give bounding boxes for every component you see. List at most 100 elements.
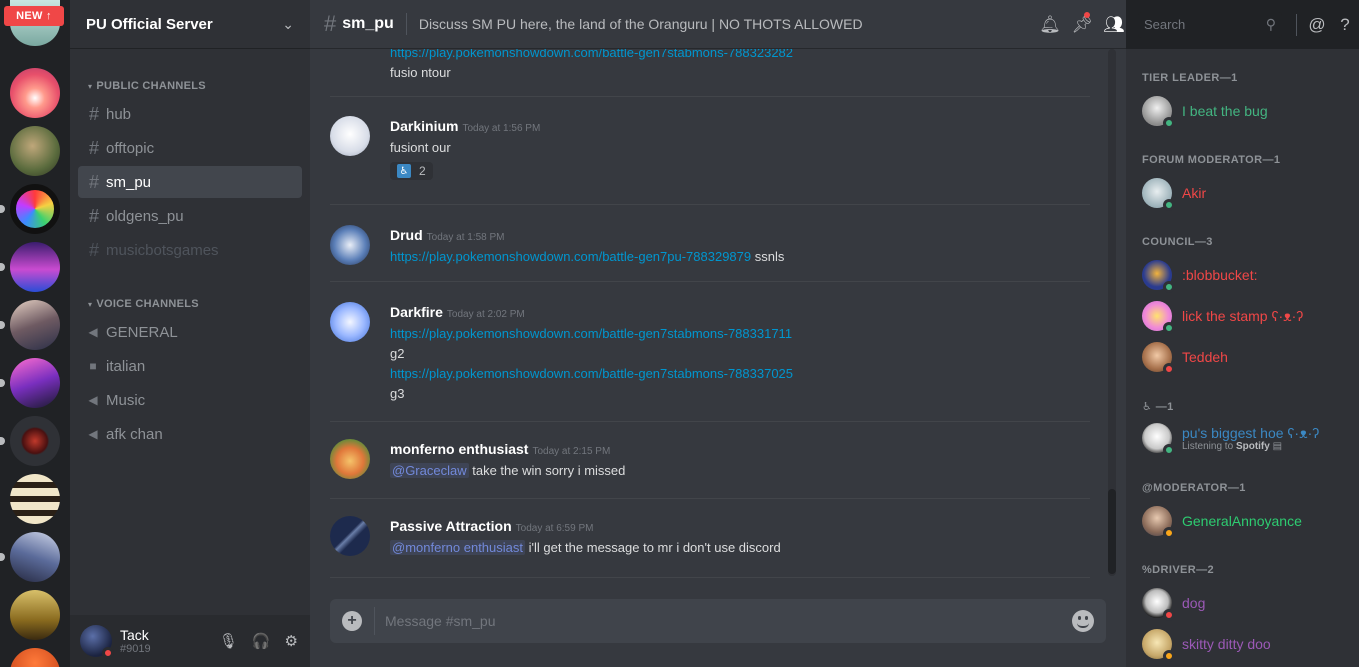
avatar bbox=[1142, 96, 1175, 129]
message-link[interactable]: https://play.pokemonshowdown.com/battle-… bbox=[390, 49, 793, 60]
message-author[interactable]: Passive Attraction bbox=[390, 518, 512, 534]
member-item[interactable]: Akir bbox=[1142, 175, 1206, 211]
emoji-picker-icon[interactable] bbox=[1072, 610, 1094, 632]
avatar[interactable] bbox=[330, 116, 370, 156]
avatar[interactable] bbox=[80, 625, 114, 659]
member-item[interactable]: :blobbucket: bbox=[1142, 257, 1258, 293]
message-author[interactable]: Darkinium bbox=[390, 118, 458, 134]
message-link[interactable]: https://play.pokemonshowdown.com/battle-… bbox=[390, 326, 792, 341]
mentions-icon[interactable]: @ bbox=[1303, 15, 1331, 35]
guild-icon[interactable] bbox=[10, 358, 60, 408]
channel-title: sm_pu bbox=[342, 15, 394, 32]
voice-channel-afk[interactable]: ◀ afk chan bbox=[78, 418, 302, 450]
members-icon[interactable]: 👥︎ bbox=[1098, 15, 1130, 35]
avatar[interactable] bbox=[330, 225, 370, 265]
guild-icon[interactable] bbox=[10, 590, 60, 640]
avatar bbox=[1142, 260, 1175, 293]
reaction-button[interactable]: ♿ 2 bbox=[390, 162, 433, 180]
microphone-icon[interactable]: 🎙 bbox=[219, 632, 238, 650]
search-input[interactable] bbox=[1144, 17, 1254, 32]
channel-hub[interactable]: # hub bbox=[78, 98, 302, 130]
member-item[interactable]: I beat the bug bbox=[1142, 93, 1268, 129]
member-name: skitty ditty doo bbox=[1182, 636, 1271, 652]
gear-icon[interactable]: ⚙ bbox=[285, 632, 298, 650]
message-text: fusiont our bbox=[390, 140, 451, 155]
avatar[interactable] bbox=[330, 516, 370, 556]
category-public-channels[interactable]: ▾ PUBLIC CHANNELS bbox=[88, 80, 206, 92]
message-timestamp: Today at 1:58 PM bbox=[426, 232, 505, 243]
message-timestamp: Today at 6:59 PM bbox=[515, 523, 594, 534]
guild-icon[interactable] bbox=[10, 68, 60, 118]
message-text: ssnls bbox=[751, 249, 785, 264]
guild-icon[interactable] bbox=[10, 416, 60, 466]
message-line: https://play.pokemonshowdown.com/battle-… bbox=[390, 366, 793, 382]
chevron-down-icon[interactable]: ⌄ bbox=[282, 16, 294, 33]
channel-label: musicbotsgames bbox=[106, 241, 219, 259]
guild-icon[interactable] bbox=[10, 300, 60, 350]
message-input[interactable] bbox=[385, 613, 1045, 629]
member-item[interactable]: skitty ditty doo bbox=[1142, 626, 1271, 662]
rich-presence-icon[interactable]: ▤ bbox=[1273, 441, 1282, 452]
role-header: TIER LEADER—1 bbox=[1142, 72, 1238, 84]
message-divider bbox=[330, 498, 1090, 499]
channel-topic[interactable]: Discuss SM PU here, the land of the Oran… bbox=[419, 16, 863, 32]
message-author[interactable]: monferno enthusiast bbox=[390, 441, 528, 457]
upload-plus-icon[interactable]: + bbox=[342, 611, 362, 631]
headphones-icon[interactable]: 🎧 bbox=[252, 632, 271, 650]
header-toolbar: 🔔︎ 📌︎ 👥︎ ⚲ @ ? bbox=[1034, 0, 1359, 49]
status-online-icon bbox=[1163, 199, 1175, 211]
unread-dot bbox=[1084, 11, 1090, 18]
channel-oldgens-pu[interactable]: # oldgens_pu bbox=[78, 200, 302, 232]
message-link[interactable]: https://play.pokemonshowdown.com/battle-… bbox=[390, 249, 751, 264]
scrollbar[interactable] bbox=[1108, 49, 1116, 576]
message-author[interactable]: Darkfire bbox=[390, 304, 443, 320]
avatar[interactable] bbox=[330, 302, 370, 342]
message-author[interactable]: Drud bbox=[390, 227, 423, 243]
role-header: FORUM MODERATOR—1 bbox=[1142, 154, 1281, 166]
voice-channel-general[interactable]: ◀ GENERAL bbox=[78, 316, 302, 348]
message-line: https://play.pokemonshowdown.com/battle-… bbox=[390, 249, 784, 265]
guild-icon[interactable] bbox=[10, 126, 60, 176]
status-online-icon bbox=[1163, 322, 1175, 334]
category-voice-channels[interactable]: ▾ VOICE CHANNELS bbox=[88, 298, 199, 310]
search-box[interactable]: ⚲ bbox=[1138, 11, 1282, 38]
category-label: PUBLIC CHANNELS bbox=[96, 80, 206, 92]
pin-icon[interactable]: 📌︎ bbox=[1066, 11, 1098, 35]
help-icon[interactable]: ? bbox=[1331, 15, 1359, 35]
member-item[interactable]: pu's biggest hoe ʕ·ᴥ·ʔ Listening to Spot… bbox=[1142, 418, 1319, 458]
status-online-icon bbox=[1163, 281, 1175, 293]
bell-icon[interactable]: 🔔︎ bbox=[1034, 15, 1066, 35]
member-item[interactable]: GeneralAnnoyance bbox=[1142, 503, 1302, 539]
member-item[interactable]: dog bbox=[1142, 585, 1205, 621]
message-link[interactable]: https://play.pokemonshowdown.com/battle-… bbox=[390, 366, 793, 381]
channel-label: offtopic bbox=[106, 139, 155, 157]
scrollbar-thumb[interactable] bbox=[1108, 489, 1116, 574]
status-dnd-icon bbox=[1163, 363, 1175, 375]
user-mention[interactable]: @monferno enthusiast bbox=[390, 540, 525, 555]
channel-offtopic[interactable]: # offtopic bbox=[78, 132, 302, 164]
channel-musicbotsgames[interactable]: # musicbotsgames bbox=[78, 234, 302, 266]
guild-icon[interactable] bbox=[10, 184, 60, 234]
avatar[interactable] bbox=[330, 439, 370, 479]
message-list: https://play.pokemonshowdown.com/battle-… bbox=[310, 49, 1110, 579]
user-mention[interactable]: @Graceclaw bbox=[390, 463, 469, 478]
voice-channel-italian[interactable]: ■ italian bbox=[78, 350, 302, 382]
member-name: lick the stamp ʕ·ᴥ·ʔ bbox=[1182, 308, 1304, 324]
member-item[interactable]: lick the stamp ʕ·ᴥ·ʔ bbox=[1142, 298, 1303, 334]
message-text: g2 bbox=[390, 346, 405, 361]
voice-channel-music[interactable]: ◀ Music bbox=[78, 384, 302, 416]
speaker-icon: ◀ bbox=[88, 427, 98, 441]
member-name: dog bbox=[1182, 595, 1206, 611]
new-unreads-badge[interactable]: NEW ↑ bbox=[4, 6, 64, 26]
guild-icon[interactable] bbox=[10, 648, 60, 667]
unread-indicator bbox=[0, 553, 5, 561]
server-header[interactable]: PU Official Server ⌄ bbox=[70, 0, 310, 49]
avatar bbox=[1142, 629, 1175, 662]
wheelchair-icon: ♿ bbox=[397, 164, 411, 178]
member-item[interactable]: Teddeh bbox=[1142, 339, 1228, 375]
guild-icon[interactable] bbox=[10, 242, 60, 292]
guild-icon[interactable] bbox=[10, 532, 60, 582]
guild-icon[interactable] bbox=[10, 474, 60, 524]
hash-icon: # bbox=[324, 11, 337, 36]
channel-sm-pu[interactable]: # sm_pu bbox=[78, 166, 302, 198]
